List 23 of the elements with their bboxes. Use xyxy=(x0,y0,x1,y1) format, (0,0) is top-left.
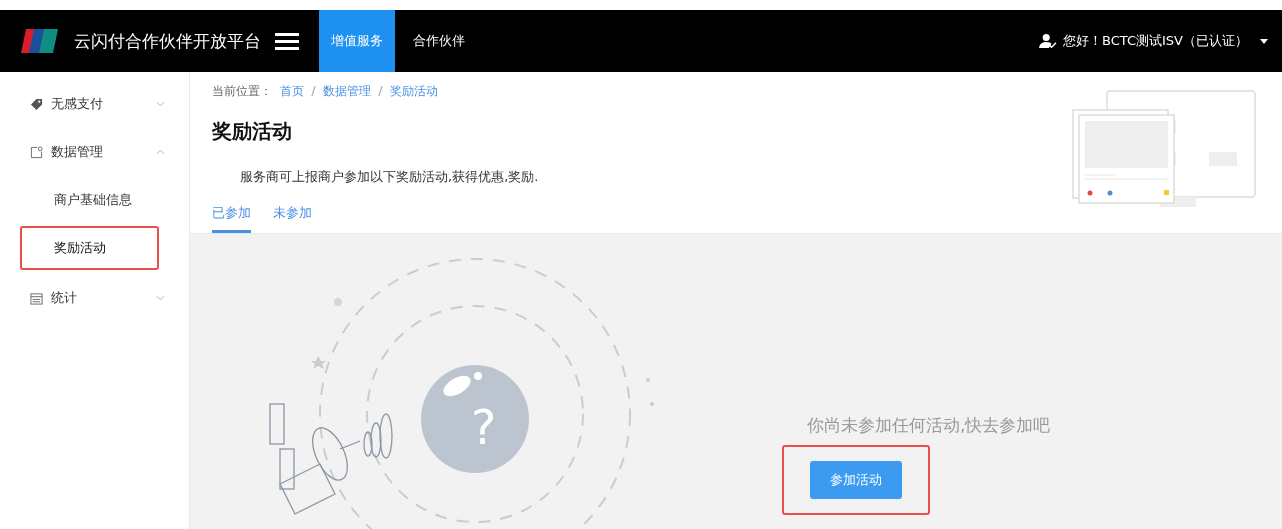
page-description: 服务商可上报商户参加以下奖励活动,获得优惠,奖励. xyxy=(240,168,540,186)
breadcrumb-link[interactable]: 数据管理 xyxy=(323,82,371,100)
sidebar-subitem[interactable]: 商户基础信息 xyxy=(20,178,159,222)
breadcrumb-label: 当前位置： xyxy=(212,82,272,100)
calendar-icon xyxy=(30,291,43,305)
sidebar-item[interactable]: 数据管理 xyxy=(0,128,189,176)
tag-icon xyxy=(30,97,43,111)
sidebar-item[interactable]: 无感支付 xyxy=(0,80,189,128)
breadcrumb-link[interactable]: 奖励活动 xyxy=(390,82,438,100)
sidebar-subitem[interactable]: 奖励活动 xyxy=(20,226,159,270)
caret-icon[interactable] xyxy=(1260,38,1268,44)
logo-icon xyxy=(20,28,60,54)
document-icon xyxy=(30,145,43,159)
empty-message: 你尚未参加任何活动,快去参加吧 xyxy=(807,414,1051,437)
menu-icon[interactable] xyxy=(275,32,299,50)
page-title: 奖励活动 xyxy=(212,118,293,145)
platform-title: 云闪付合作伙伴开放平台 xyxy=(74,29,261,53)
breadcrumb-link[interactable]: 首页 xyxy=(280,82,304,100)
user-check-icon xyxy=(1039,33,1057,49)
sidebar-item[interactable]: 统计 xyxy=(0,274,189,322)
user-greeting[interactable]: 您好！BCTC测试ISV（已认证） xyxy=(1063,32,1248,50)
question-mark: ? xyxy=(471,399,497,455)
nav-tab[interactable]: 合作伙伴 xyxy=(401,10,477,72)
